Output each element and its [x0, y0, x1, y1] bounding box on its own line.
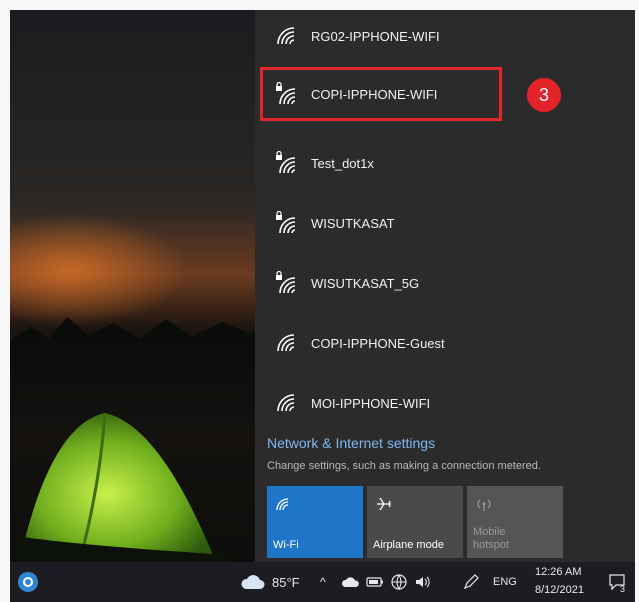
volume-icon[interactable]	[414, 562, 432, 602]
input-language[interactable]: ENG	[493, 562, 517, 602]
airplane-tile-label: Airplane mode	[373, 539, 444, 551]
hotspot-label-line2: hotspot	[473, 539, 510, 551]
battery-icon[interactable]	[366, 562, 384, 602]
desktop-wallpaper	[10, 10, 270, 565]
weather-temperature[interactable]: 85°F	[272, 562, 300, 602]
network-settings-link[interactable]: Network & Internet settings	[267, 435, 435, 451]
wifi-tile-label: Wi-Fi	[273, 539, 299, 551]
globe-network-icon[interactable]	[390, 562, 408, 602]
wifi-toggle-tile[interactable]: Wi-Fi	[267, 486, 363, 558]
network-item[interactable]: Test_dot1x	[255, 137, 635, 193]
network-item[interactable]: RG02-IPPHONE-WIFI	[255, 10, 635, 66]
network-ssid: COPI-IPPHONE-Guest	[311, 336, 445, 351]
hotspot-label-line1: Mobile	[473, 526, 506, 538]
clock-time[interactable]: 12:26 AM	[535, 566, 581, 578]
notification-count: 3	[620, 584, 626, 594]
cloud-icon	[241, 575, 265, 589]
network-item[interactable]: WISUTKASAT	[255, 197, 635, 253]
network-settings-description: Change settings, such as making a connec…	[267, 460, 541, 472]
screen: RG02-IPPHONE-WIFI COPI-IPPHONE-WIFI Test…	[10, 10, 635, 602]
hotspot-tile-label: Mobile hotspot	[473, 526, 509, 552]
cortana-button[interactable]	[16, 562, 40, 602]
network-ssid: WISUTKASAT_5G	[311, 276, 420, 291]
wallpaper-tent	[10, 412, 230, 565]
wifi-signal-icon	[277, 394, 295, 412]
weather-button[interactable]	[240, 562, 266, 602]
onedrive-icon[interactable]	[342, 562, 360, 602]
wifi-signal-icon	[277, 334, 295, 352]
secured-wifi-icon	[276, 211, 296, 234]
taskbar: 85°F ^ ENG 12:26 AM 8/12/2021 3	[10, 562, 635, 602]
notification-center-button[interactable]: 3	[608, 562, 628, 602]
pen-icon[interactable]	[462, 562, 480, 602]
cortana-icon	[18, 572, 38, 592]
clock-date[interactable]: 8/12/2021	[535, 584, 584, 596]
wifi-icon	[276, 498, 289, 511]
annotation-step-badge: 3	[527, 78, 561, 112]
network-item[interactable]: COPI-IPPHONE-Guest	[255, 317, 635, 373]
secured-wifi-icon	[276, 151, 296, 174]
network-item[interactable]: MOI-IPPHONE-WIFI	[255, 377, 635, 433]
network-ssid: Test_dot1x	[311, 156, 374, 171]
network-ssid: RG02-IPPHONE-WIFI	[311, 29, 440, 44]
network-ssid: MOI-IPPHONE-WIFI	[311, 396, 431, 411]
network-ssid: WISUTKASAT	[311, 216, 395, 231]
annotation-highlight-box	[260, 67, 502, 121]
airplane-icon	[377, 497, 391, 511]
hotspot-icon	[477, 499, 491, 511]
chevron-up-icon[interactable]: ^	[320, 562, 326, 602]
mobile-hotspot-tile[interactable]: Mobile hotspot	[467, 486, 563, 558]
wifi-signal-icon	[277, 27, 295, 45]
airplane-mode-tile[interactable]: Airplane mode	[367, 486, 463, 558]
network-item[interactable]: WISUTKASAT_5G	[255, 257, 635, 313]
secured-wifi-icon	[276, 271, 296, 294]
network-flyout: RG02-IPPHONE-WIFI COPI-IPPHONE-WIFI Test…	[255, 10, 635, 562]
